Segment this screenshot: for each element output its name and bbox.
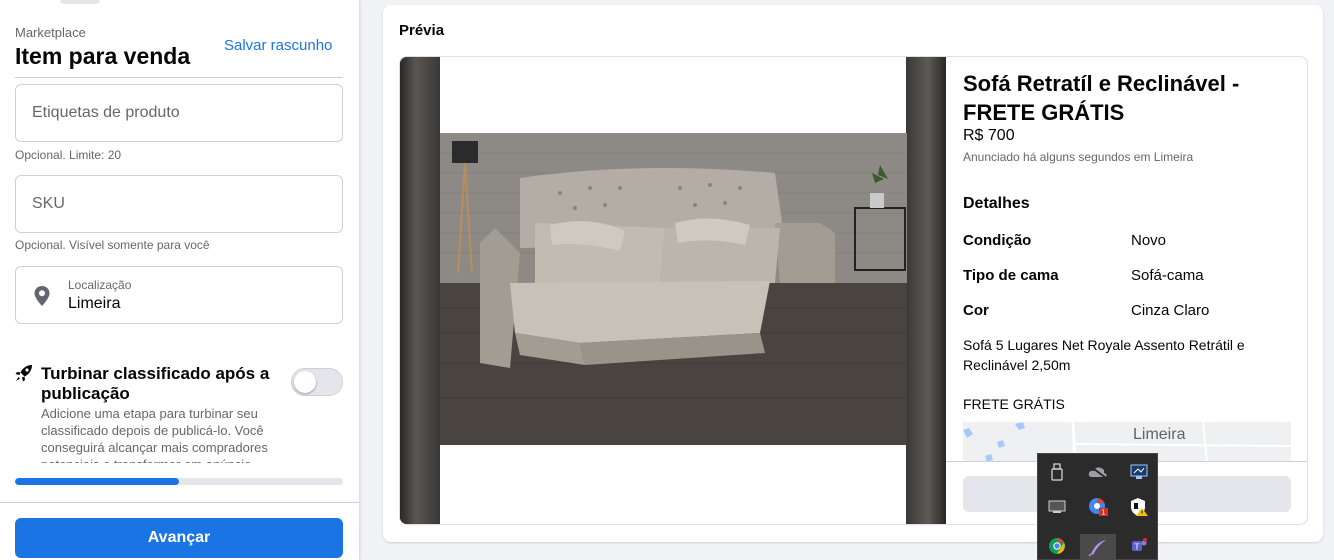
page-title: Item para venda	[15, 43, 191, 69]
feather-pen-icon[interactable]	[1080, 534, 1116, 560]
image-blur-left	[400, 57, 440, 524]
sku-placeholder: SKU	[32, 195, 65, 212]
location-value: Limeira	[68, 295, 121, 312]
divider	[0, 502, 359, 503]
chrome-icon[interactable]	[1043, 532, 1071, 560]
detail-value-bed-type: Sofá-cama	[1131, 267, 1204, 284]
product-tags-helper: Opcional. Limite: 20	[15, 148, 122, 162]
detail-key-color: Cor	[963, 302, 989, 319]
security-warning-icon[interactable]	[1125, 493, 1153, 521]
svg-text:1: 1	[1101, 509, 1105, 517]
details-heading: Detalhes	[963, 195, 1030, 212]
boost-description: Adicione uma etapa para turbinar seu cla…	[41, 406, 268, 463]
preview-label: Prévia	[399, 22, 445, 39]
sku-helper: Opcional. Visível somente para você	[15, 238, 210, 252]
boost-title: Turbinar classificado após a publicação	[41, 364, 270, 403]
next-button[interactable]: Avançar	[15, 518, 343, 558]
location-field[interactable]: Localização Limeira	[15, 266, 343, 324]
detail-key-condition: Condição	[963, 232, 1032, 249]
divider	[15, 77, 343, 78]
rocket-icon	[15, 365, 32, 382]
monitor-app-icon[interactable]	[1125, 458, 1153, 486]
detail-key-bed-type: Tipo de cama	[963, 267, 1059, 284]
system-tray-popup: 1 T	[1037, 453, 1158, 560]
boost-toggle[interactable]	[291, 368, 343, 396]
product-tags-input[interactable]: Etiquetas de produto	[15, 84, 343, 142]
onedrive-offline-icon[interactable]	[1084, 458, 1112, 486]
sofa-photo	[440, 133, 907, 445]
listing-description: Sofá 5 Lugares Net Royale Assento Retrát…	[963, 337, 1245, 373]
teams-icon[interactable]: T	[1125, 532, 1153, 560]
location-pin-icon	[34, 286, 50, 306]
breadcrumb[interactable]: Marketplace	[15, 25, 86, 40]
display-app-icon[interactable]	[1043, 493, 1071, 521]
usb-drive-icon[interactable]	[1043, 458, 1071, 486]
chrome-update-icon[interactable]: 1	[1084, 493, 1112, 521]
detail-value-color: Cinza Claro	[1131, 302, 1210, 319]
progress-fill	[15, 478, 179, 485]
progress-bar	[15, 478, 343, 485]
location-label: Localização	[68, 278, 132, 292]
listing-description-extra: FRETE GRÁTIS	[963, 396, 1065, 412]
listing-title: Sofá Retratíl e Reclinável - FRETE GRÁTI…	[963, 71, 1240, 125]
listing-preview: Sofá Retratíl e Reclinável - FRETE GRÁTI…	[399, 56, 1308, 525]
svg-text:T: T	[1134, 543, 1140, 552]
sku-input[interactable]: SKU	[15, 175, 343, 233]
product-tags-placeholder: Etiquetas de produto	[32, 104, 180, 121]
scroll-indicator	[60, 0, 100, 4]
preview-card: Prévia Sofá Retratíl e Reclinável - FRET…	[383, 5, 1323, 542]
listing-posted: Anunciado há alguns segundos em Limeira	[963, 150, 1194, 164]
image-blur-right	[906, 57, 946, 524]
save-draft-link[interactable]: Salvar rascunho	[224, 37, 332, 54]
detail-value-condition: Novo	[1131, 232, 1167, 249]
map-city-label: Limeira	[1133, 426, 1186, 443]
composer-sidebar: Marketplace Item para venda Salvar rascu…	[0, 0, 359, 560]
listing-image-area[interactable]	[400, 57, 946, 524]
listing-price: R$ 700	[963, 127, 1015, 144]
toggle-knob	[294, 371, 316, 393]
